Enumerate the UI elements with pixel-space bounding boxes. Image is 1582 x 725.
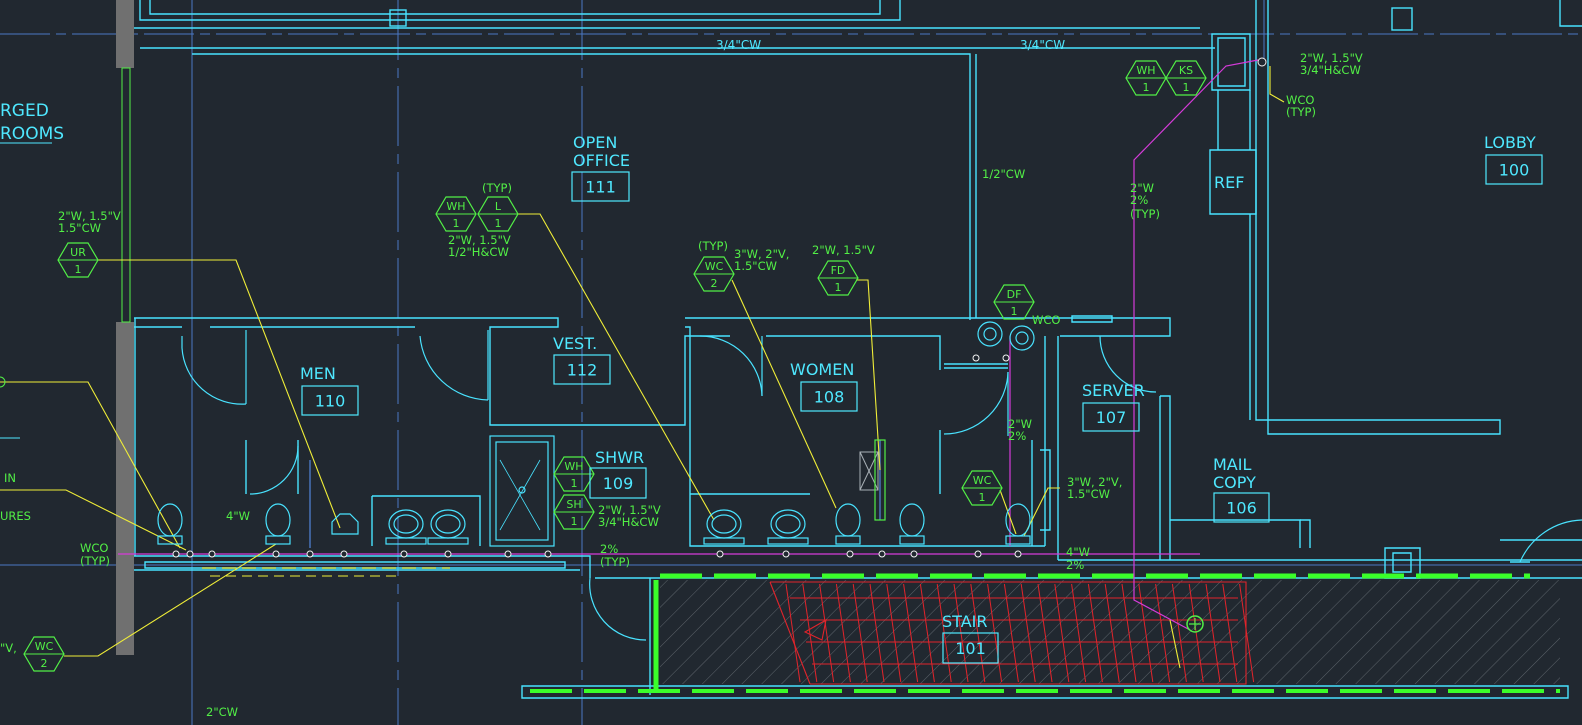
pipe-note: (TYP) <box>80 554 110 568</box>
pipe-note: 4"W <box>1066 545 1090 559</box>
cleanout-icon <box>910 550 918 558</box>
pipe-note: 1/2"H&CW <box>448 245 509 259</box>
cleanout-icon <box>846 550 854 558</box>
fixture-tag-count: 1 <box>571 477 578 490</box>
left-fragment-in: IN <box>4 471 16 485</box>
pipe-note: WCO <box>80 541 108 555</box>
cleanout-icon <box>400 550 408 558</box>
pipe-note: 1.5"CW <box>734 259 777 273</box>
cleanout-icon <box>208 550 216 558</box>
cleanout-icon <box>172 550 180 558</box>
pipe-note: 3/4"CW <box>716 38 761 52</box>
pipe-note: 1.5"CW <box>1067 487 1110 501</box>
room-name-lobby: LOBBY <box>1484 133 1536 152</box>
cleanout-icon <box>504 550 512 558</box>
room-number-men: 110 <box>315 392 346 411</box>
pipe-note: (TYP) <box>482 181 512 195</box>
fixture-tag-count: 1 <box>1183 81 1190 94</box>
pipe-note: 2"W, 1.5"V <box>812 243 875 257</box>
fountain-cleanout-icon <box>972 354 980 362</box>
cleanout-icon <box>716 550 724 558</box>
pipe-note: (TYP) <box>1130 207 1160 221</box>
pipe-note: (TYP) <box>698 239 728 253</box>
room-name-open-office: OPEN <box>573 133 617 152</box>
pipe-note: 2% <box>1066 558 1084 572</box>
floor-plan-drawing[interactable]: UR 1 WH 1 L 1 WC 2 FD 1 DF 1 WH 1 KS 1 WH 1 SH 1 WC 1 WC 2 OPEN… <box>0 0 1582 725</box>
pipe-note: 2% <box>600 542 618 556</box>
fixture-tag-count: 2 <box>41 657 48 670</box>
fixture-tag-code: WC <box>35 640 54 653</box>
cleanout-icon <box>544 550 552 558</box>
room-name-women: WOMEN <box>790 360 854 379</box>
fixture-tag-count: 1 <box>75 263 82 276</box>
pipe-note: 1.5"CW <box>58 221 101 235</box>
pipe-note: 4"W <box>226 509 250 523</box>
cleanout-icon <box>878 550 886 558</box>
pipe-note: 1/2"CW <box>982 167 1025 181</box>
fixture-tag-code: WC <box>705 260 724 273</box>
room-name-server: SERVER <box>1082 381 1145 400</box>
room-name-open-office: OFFICE <box>573 151 630 170</box>
fixture-tag-code: FD <box>831 264 846 277</box>
left-fragment-v: "V, <box>0 641 17 655</box>
room-name-shower: SHWR <box>595 448 644 467</box>
pipe-note: 3/4"CW <box>1020 38 1065 52</box>
pipe-note: 3/4"H&CW <box>598 515 659 529</box>
pipe-note: 2"CW <box>206 705 238 719</box>
room-name-mail-copy: MAIL <box>1213 455 1251 474</box>
room-number-lobby: 100 <box>1499 161 1530 180</box>
pipe-note: 2% <box>1008 429 1026 443</box>
fixture-tag-code: DF <box>1007 288 1022 301</box>
fixture-tag-code: SH <box>566 498 581 511</box>
fixture-tag-count: 1 <box>495 217 502 230</box>
room-number-mail-copy: 106 <box>1226 499 1257 518</box>
fixture-tag-count: 1 <box>453 217 460 230</box>
fountain-cleanout-icon <box>1002 354 1010 362</box>
fixture-tag-code: KS <box>1179 64 1193 77</box>
room-name-mail-copy: COPY <box>1213 473 1256 492</box>
pipe-note: 3/4"H&CW <box>1300 63 1361 77</box>
cleanout-icon <box>974 550 982 558</box>
fixture-tag-code: UR <box>70 246 86 259</box>
refrigerator-label: REF <box>1214 173 1244 192</box>
fixture-tag-count: 1 <box>979 491 986 504</box>
wall-cleanout-icon <box>1257 57 1267 67</box>
room-number-shower: 109 <box>603 474 634 493</box>
fixture-tag-count: 2 <box>711 277 718 290</box>
fixture-tag-code: WH <box>1136 64 1155 77</box>
left-heading-line1: RGED <box>0 101 49 121</box>
cleanout-icon <box>1014 550 1022 558</box>
fixture-tag-count: 1 <box>571 515 578 528</box>
left-fragment-ures: URES <box>0 509 31 523</box>
fixture-tag-count: 1 <box>1011 305 1018 318</box>
cleanout-icon <box>186 550 194 558</box>
fixture-tag-code: WH <box>564 460 583 473</box>
fixture-tag-code: WH <box>446 200 465 213</box>
cleanout-icon <box>340 550 348 558</box>
room-number-women: 108 <box>814 388 845 407</box>
pipe-note: WCO <box>1032 313 1060 327</box>
pipe-note: 2% <box>1130 193 1148 207</box>
room-number-vestibule: 112 <box>567 361 598 380</box>
cleanout-icon <box>306 550 314 558</box>
room-name-men: MEN <box>300 364 336 383</box>
pipe-note: (TYP) <box>600 555 630 569</box>
fixture-tag-count: 1 <box>835 281 842 294</box>
left-heading-line2: ROOMS <box>0 124 64 144</box>
fixture-tag-code: L <box>495 200 502 213</box>
cleanout-icon <box>272 550 280 558</box>
fixture-tag-count: 1 <box>1143 81 1150 94</box>
room-name-vestibule: VEST. <box>553 334 597 353</box>
pipe-note: (TYP) <box>1286 105 1316 119</box>
cleanout-icon <box>444 550 452 558</box>
room-number-server: 107 <box>1096 408 1127 427</box>
room-number-stair: 101 <box>955 639 986 658</box>
room-number-open-office: 111 <box>585 178 616 197</box>
fixture-tag-code: WC <box>973 474 992 487</box>
room-name-stair: STAIR <box>942 612 987 631</box>
cleanout-icon <box>782 550 790 558</box>
stair-hatch <box>660 580 1560 684</box>
